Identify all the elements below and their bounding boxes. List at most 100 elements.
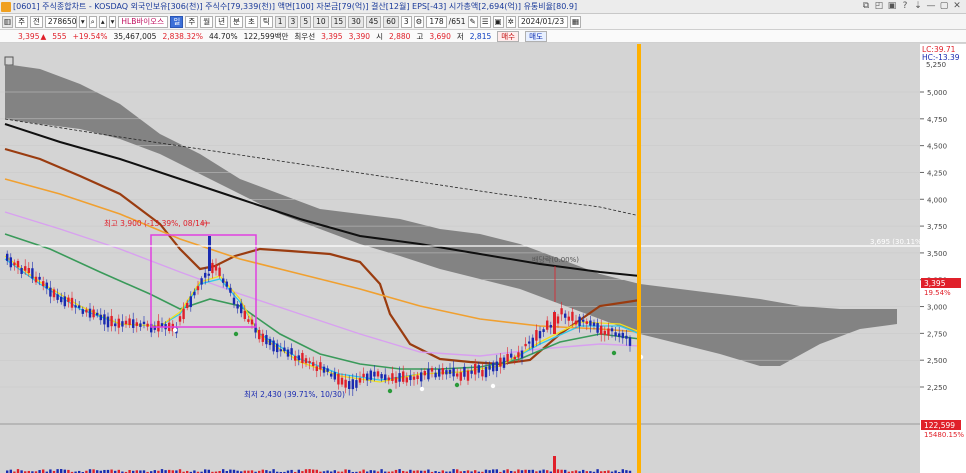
candle-body [456,373,459,377]
candle-body [520,350,524,358]
help-icon[interactable]: ? [900,1,910,11]
volume-bar [456,469,459,473]
axis-tick-label: 4,250 [927,169,947,177]
candle-body [564,313,567,318]
candle-body [38,276,41,280]
candle-body [391,373,394,381]
volume-bar [60,469,63,473]
price-chart[interactable]: 5,0004,7504,5004,2504,0003,7503,5003,250… [0,44,966,473]
candle-body [513,356,516,360]
axis-tick-label: 2,250 [927,384,947,392]
volume-bar [204,469,207,473]
crosshair-cursor-line[interactable] [637,44,641,473]
save-icon[interactable]: ▣ [492,15,504,28]
interval-button[interactable]: 15 [330,15,347,28]
candle-body [499,357,502,367]
candle-body [211,262,214,274]
candle-body [178,316,182,322]
volume-pct: 2,838.32% [162,31,203,41]
period-year-button[interactable]: 년 [215,15,229,28]
candle-body [9,257,12,268]
interval-button[interactable]: 1 [274,15,286,28]
sell-button[interactable]: 매도 [525,30,547,42]
interval-button[interactable]: 10 [313,15,329,28]
axis-tick-label: 4,000 [927,196,947,204]
interval-button[interactable]: 3 [287,15,299,28]
volume-bar [229,469,232,473]
interval-button[interactable]: 30 [348,15,364,28]
dropdown-arrow-icon[interactable]: ▾ [78,15,87,28]
candle-body [567,316,570,321]
pin-icon[interactable]: ✎ [467,15,478,28]
gear-icon[interactable]: ✲ [505,15,516,28]
candle-body [387,377,390,381]
candle-body [326,368,329,372]
low-price: 2,815 [469,31,492,41]
volume-bar [178,469,182,473]
maximize-button[interactable]: ▢ [939,1,949,11]
candle-body [330,373,333,377]
period-week-button[interactable]: 주 [185,15,199,28]
market-select[interactable]: 전 [30,15,43,28]
candle-body [121,321,124,327]
screen-icon[interactable]: ▣ [887,1,897,11]
volume-bar [596,469,599,473]
calendar-icon[interactable]: ▦ [569,15,582,28]
signal-marker [454,382,460,388]
trade-amount: 122,599백만 [243,31,289,41]
candle-body [279,349,282,352]
candle-body [607,328,610,336]
settings-icon[interactable]: ⚙ [413,15,425,28]
candle-body [362,373,365,377]
pin-icon[interactable]: ⇣ [913,1,923,11]
interval-button[interactable]: 5 [300,15,312,28]
display-count-input[interactable]: 178 [426,15,447,28]
close-button[interactable]: ✕ [952,1,962,11]
candle-body [474,363,477,375]
stock-name-field[interactable]: HLB바이오스 [118,15,169,28]
arrow-down-icon[interactable]: ▾ [108,15,117,28]
period-day-button[interactable]: 일 [170,15,184,28]
buy-button[interactable]: 매수 [497,30,520,42]
candle-body [6,253,9,261]
volume-bar [42,469,45,473]
arrow-up-icon[interactable]: ▴ [98,15,107,28]
menu-icon[interactable]: ▥ [2,15,14,28]
candle-body [344,379,347,388]
period-month-button[interactable]: 월 [200,15,214,28]
period-tick-button[interactable]: 틱 [259,15,273,28]
axis-tick-label: 3,750 [927,223,947,231]
stock-code-input[interactable]: 278650 [44,15,77,28]
date-input[interactable]: 2024/01/23 [517,15,568,28]
period-second-button[interactable]: 초 [244,15,258,28]
candle-body [20,267,23,274]
interval-button[interactable]: 45 [365,15,382,28]
tile-window-icon[interactable]: ◰ [874,1,884,11]
period-minute-button[interactable]: 분 [230,15,243,28]
interval-button[interactable]: 60 [383,15,399,28]
candle-body [290,348,293,355]
search-icon[interactable]: ⌕ [88,15,97,28]
interval-custom-input[interactable]: 3 [400,15,412,28]
minimize-button[interactable]: — [926,1,936,11]
axis-top-label: 5,250 [926,61,946,69]
candle-body [351,379,354,390]
open-price: 2,880 [388,31,411,41]
candle-body [463,366,466,377]
candle-body [286,349,290,357]
candle-body [222,278,225,283]
candle-body [492,362,495,372]
volume-bar [110,469,113,473]
list-icon[interactable]: ☰ [479,15,491,28]
volume-bar [427,469,430,473]
candle-body [621,332,624,339]
volume-bar [272,469,275,473]
candle-body [409,375,412,381]
link-window-icon[interactable]: ⧉ [861,1,871,11]
mode-select[interactable]: 주 [15,15,28,28]
candle-body [589,320,592,326]
quote-bar: 3,395 ▲ 555 +19.54% 35,467,005 2,838.32%… [0,30,966,43]
candle-body [376,371,380,377]
best-ask: 3,395 [321,31,343,41]
candle-body [430,367,434,372]
